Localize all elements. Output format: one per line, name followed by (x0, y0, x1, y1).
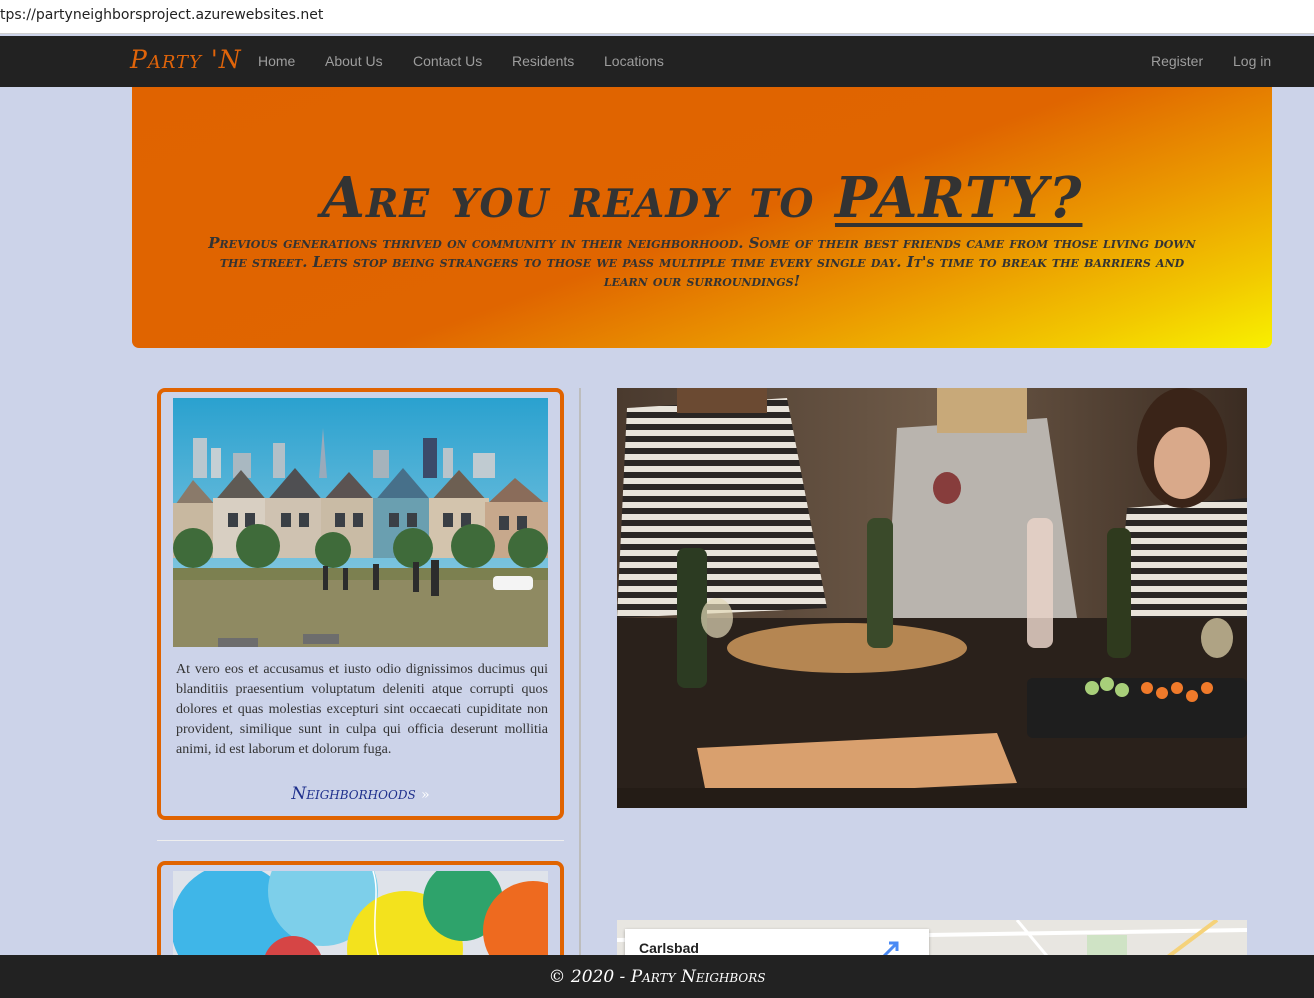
address-bar[interactable]: tps://partyneighborsproject.azurewebsite… (0, 0, 1314, 34)
nav-register[interactable]: Register (1151, 53, 1203, 69)
nav-contact-us[interactable]: Contact Us (413, 53, 482, 69)
hero-title-emphasis: PARTY? (834, 165, 1083, 231)
nav-residents[interactable]: Residents (512, 53, 574, 69)
column-divider (579, 388, 581, 968)
double-chevron-right-icon: » (421, 787, 430, 803)
card-separator (157, 840, 564, 841)
hero-title: Are you ready to PARTY? (132, 165, 1272, 231)
hero-text: Previous generations thrived on communit… (208, 234, 1196, 290)
footer: © 2020 - Party Neighbors (0, 955, 1314, 998)
nav-login[interactable]: Log in (1233, 53, 1271, 69)
url-text[interactable]: tps://partyneighborsproject.azurewebsite… (0, 7, 323, 23)
neighborhoods-link-label: Neighborhoods (291, 784, 416, 804)
dinner-party-photo (617, 388, 1247, 808)
brand-logo[interactable]: Party 'N (130, 45, 242, 74)
hero-banner: Are you ready to PARTY? Previous generat… (132, 87, 1272, 348)
nav-locations[interactable]: Locations (604, 53, 664, 69)
footer-copyright: © 2020 - Party Neighbors (548, 967, 766, 987)
map-place-name: Carlsbad (639, 940, 699, 956)
nav-home[interactable]: Home (258, 53, 295, 69)
neighborhoods-link[interactable]: Neighborhoods » (161, 784, 560, 804)
hero-title-prefix: Are you ready to (321, 165, 815, 231)
nav-about-us[interactable]: About Us (325, 53, 383, 69)
neighborhood-card: At vero eos et accusamus et iusto odio d… (157, 388, 564, 820)
navbar: Party 'N Home About Us Contact Us Reside… (0, 36, 1314, 87)
neighborhood-houses-photo (173, 398, 548, 647)
card-description: At vero eos et accusamus et iusto odio d… (176, 662, 548, 757)
